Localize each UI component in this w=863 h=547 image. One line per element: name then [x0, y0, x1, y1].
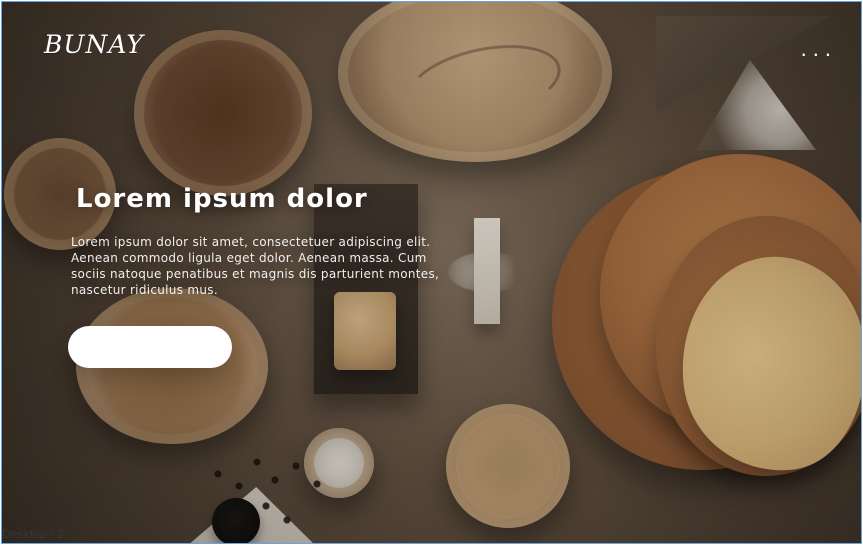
- frame-caption: Desktop - 2: [2, 527, 65, 541]
- hero-body-text: Lorem ipsum dolor sit amet, consectetuer…: [71, 235, 440, 297]
- brand-logo[interactable]: BUNAY: [44, 32, 144, 57]
- desktop-frame: BUNAY ... Lorem ipsum dolor Lorem ipsum …: [1, 1, 862, 544]
- hero-cta-button[interactable]: [68, 326, 232, 368]
- hero-title: Lorem ipsum dolor: [76, 184, 368, 214]
- more-dots-icon[interactable]: ...: [801, 38, 837, 60]
